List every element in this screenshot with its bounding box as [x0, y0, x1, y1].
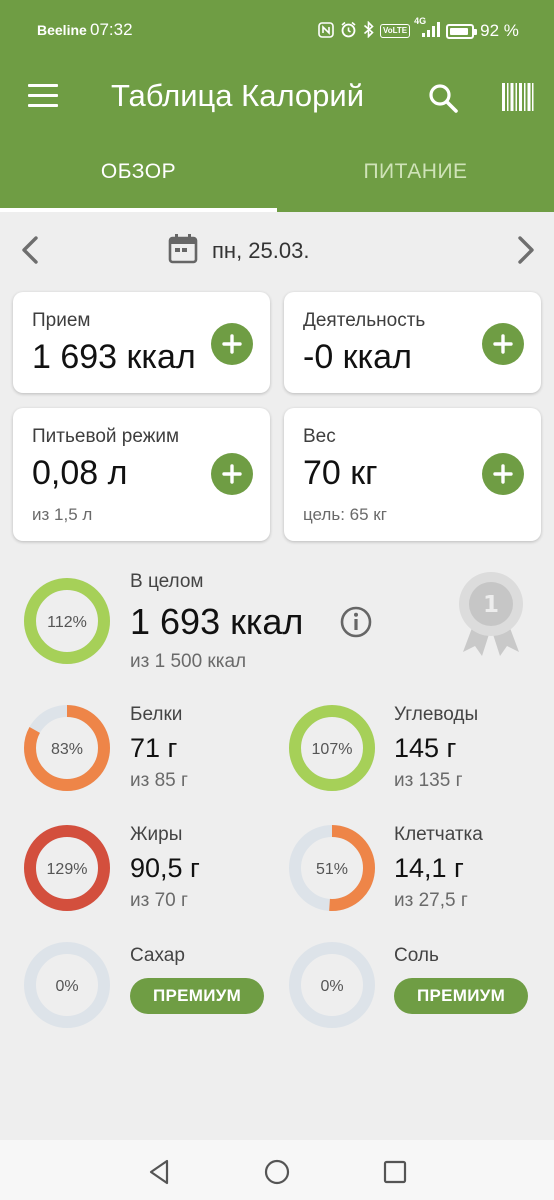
intake-value: 1 693 ккал — [32, 338, 196, 376]
fiber-ring: 51% — [287, 823, 377, 913]
carbs-ring-graphic: 107% — [289, 705, 375, 791]
weight-label: Вес — [303, 426, 336, 447]
sugar-premium-button[interactable]: ПРЕМИУМ — [130, 978, 264, 1014]
tab-bar: ОБЗОР ПИТАНИЕ — [0, 140, 554, 212]
protein-goal: из 85 г — [130, 770, 188, 791]
carbs-percent: 107% — [312, 741, 353, 758]
search-icon[interactable] — [425, 80, 461, 116]
app-bar: Beeline 07:32 VoLTE 4G 92 % Таблица Кало… — [0, 0, 554, 212]
battery-icon — [446, 23, 478, 39]
protein-ring-graphic: 83% — [24, 705, 110, 791]
water-value: 0,08 л — [32, 454, 128, 492]
fiber-value: 14,1 г — [394, 853, 464, 883]
add-water-button[interactable] — [211, 453, 253, 495]
add-intake-button[interactable] — [211, 323, 253, 365]
fiber-goal: из 27,5 г — [394, 890, 468, 911]
signal-icon: 4G — [414, 16, 441, 41]
clock: 07:32 — [90, 20, 133, 39]
carbs-value: 145 г — [394, 733, 457, 763]
water-goal: из 1,5 л — [32, 505, 93, 524]
plus-icon — [222, 464, 242, 484]
status-bar: Beeline 07:32 VoLTE 4G 92 % — [0, 0, 554, 62]
carbs-label: Углеводы — [394, 704, 479, 725]
activity-value: -0 ккал — [303, 338, 412, 376]
back-icon[interactable] — [145, 1157, 175, 1187]
recents-icon[interactable] — [380, 1157, 410, 1187]
salt-percent: 0% — [320, 978, 343, 995]
water-label: Питьевой режим — [32, 426, 180, 447]
bluetooth-icon — [363, 20, 374, 41]
tab-nutrition[interactable]: ПИТАНИЕ — [277, 140, 554, 212]
app-title: Таблица Калорий — [111, 78, 365, 113]
weight-goal: цель: 65 кг — [303, 505, 387, 524]
carbs-goal: из 135 г — [394, 770, 463, 791]
plus-icon — [493, 334, 513, 354]
sugar-ring: 0% — [22, 940, 112, 1030]
network-type: 4G — [414, 16, 427, 26]
nfc-icon — [318, 21, 334, 41]
fiber-label: Клетчатка — [394, 824, 483, 845]
protein-label: Белки — [130, 704, 183, 725]
intake-label: Прием — [32, 310, 91, 331]
date-picker[interactable]: пн, 25.03. — [168, 232, 309, 269]
fiber-percent: 51% — [316, 861, 348, 878]
total-label: В целом — [130, 571, 204, 592]
add-activity-button[interactable] — [482, 323, 524, 365]
fat-goal: из 70 г — [130, 890, 188, 911]
menu-icon[interactable] — [28, 84, 58, 108]
salt-ring-graphic: 0% — [289, 942, 375, 1028]
tab-overview[interactable]: ОБЗОР — [0, 140, 277, 212]
salt-label: Соль — [394, 945, 439, 966]
carrier-name: Beeline — [37, 22, 87, 38]
activity-label: Деятельность — [303, 310, 426, 331]
fat-ring: 129% — [22, 823, 112, 913]
fiber-ring-graphic: 51% — [289, 825, 375, 911]
total-value: 1 693 ккал — [130, 601, 304, 642]
carbs-ring: 107% — [287, 703, 377, 793]
plus-icon — [222, 334, 242, 354]
current-date: пн, 25.03. — [212, 237, 310, 263]
system-navigation-bar — [0, 1140, 554, 1200]
salt-ring: 0% — [287, 940, 377, 1030]
previous-day-button[interactable] — [16, 234, 44, 266]
status-icons: VoLTE 4G 92 % — [318, 16, 519, 41]
battery-percent: 92 % — [480, 21, 519, 40]
calendar-icon — [168, 232, 198, 269]
weight-card[interactable]: Вес 70 кг цель: 65 кг — [284, 408, 541, 541]
sugar-ring-graphic: 0% — [24, 942, 110, 1028]
alarm-icon — [340, 21, 357, 41]
protein-ring: 83% — [22, 703, 112, 793]
intake-card[interactable]: Прием 1 693 ккал — [13, 292, 270, 393]
salt-premium-button[interactable]: ПРЕМИУМ — [394, 978, 528, 1014]
fat-value: 90,5 г — [130, 853, 200, 883]
home-icon[interactable] — [262, 1157, 292, 1187]
protein-value: 71 г — [130, 733, 178, 763]
total-goal: из 1 500 ккал — [130, 651, 247, 672]
fat-percent: 129% — [47, 861, 88, 878]
water-card[interactable]: Питьевой режим 0,08 л из 1,5 л — [13, 408, 270, 541]
summary-percent: 112% — [47, 614, 87, 631]
summary-ring-graphic: 112% — [24, 578, 110, 664]
total-calories-ring: 112% — [22, 576, 112, 666]
weight-value: 70 кг — [303, 454, 378, 492]
badge-number: 1 — [483, 592, 499, 618]
date-navigator: пн, 25.03. — [0, 222, 554, 278]
sugar-percent: 0% — [55, 978, 78, 995]
activity-card[interactable]: Деятельность -0 ккал — [284, 292, 541, 393]
volte-icon: VoLTE — [380, 24, 411, 38]
toolbar: Таблица Калорий — [0, 62, 554, 132]
protein-percent: 83% — [51, 741, 83, 758]
sugar-label: Сахар — [130, 945, 185, 966]
plus-icon — [493, 464, 513, 484]
info-icon[interactable] — [339, 605, 373, 639]
fat-label: Жиры — [130, 824, 183, 845]
battery-fill — [450, 27, 469, 35]
add-weight-button[interactable] — [482, 453, 524, 495]
next-day-button[interactable] — [512, 234, 540, 266]
fat-ring-graphic: 129% — [24, 825, 110, 911]
barcode-icon[interactable] — [500, 80, 534, 114]
achievement-badge-icon[interactable]: 1 — [455, 568, 527, 662]
